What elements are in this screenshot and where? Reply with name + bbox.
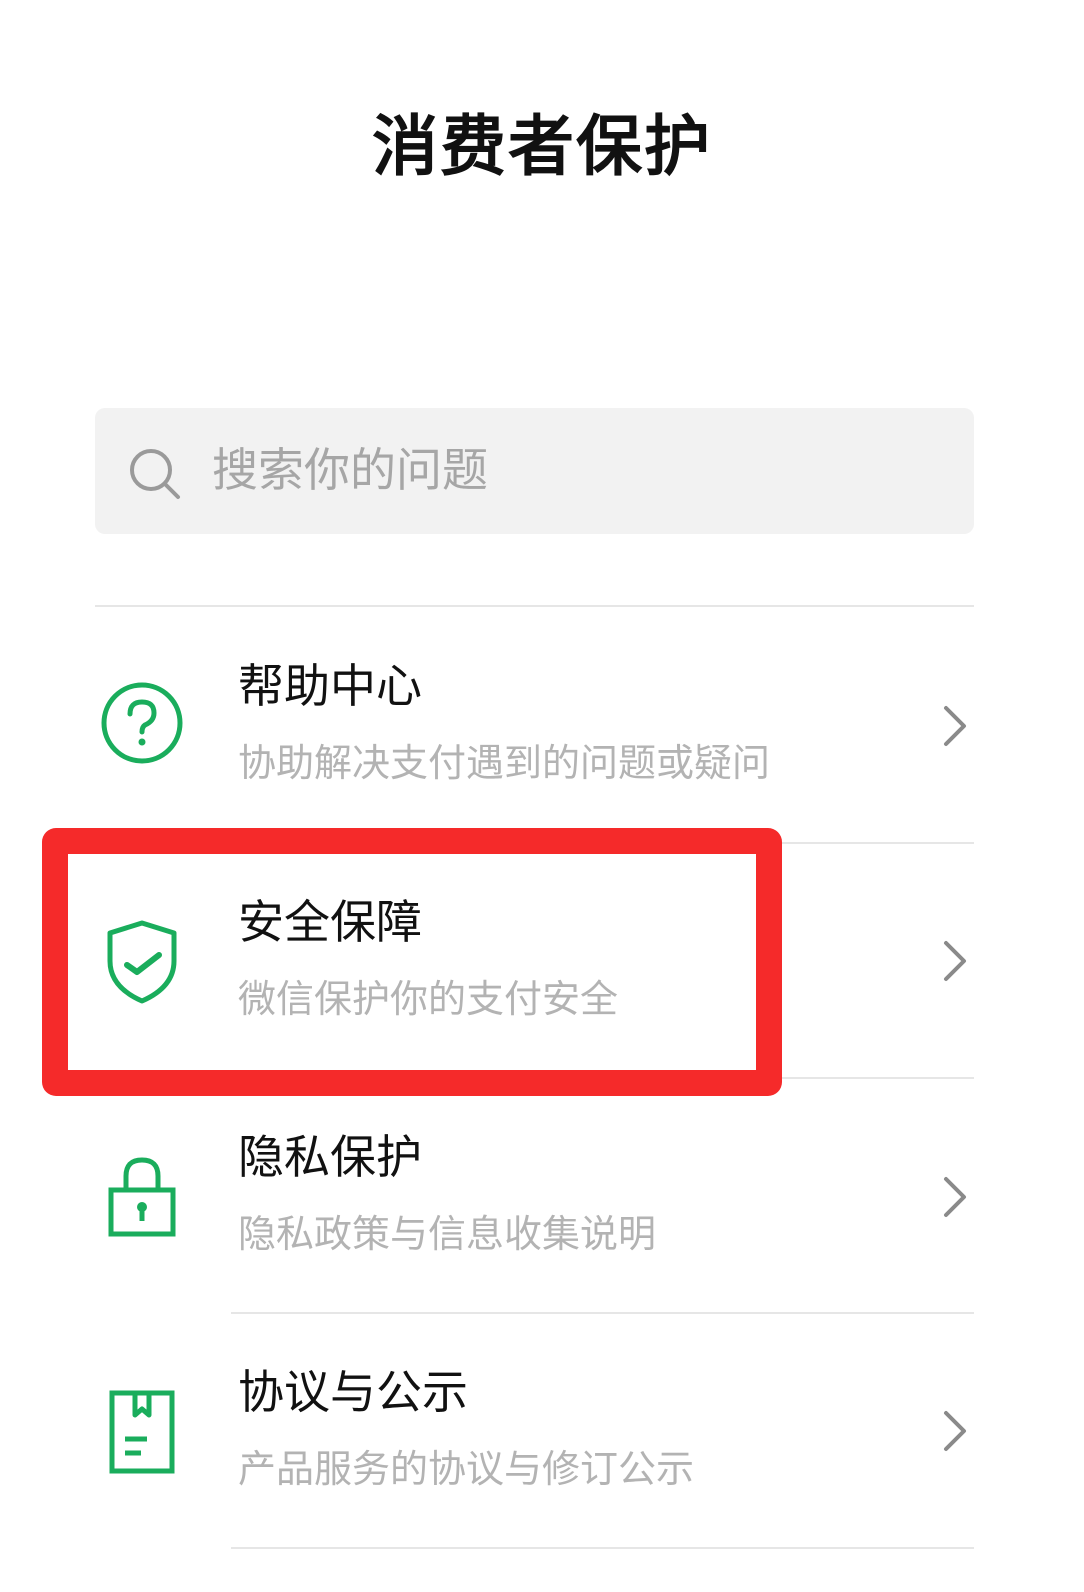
search-icon	[130, 449, 180, 499]
divider	[231, 1312, 974, 1314]
item-subtitle: 产品服务的协议与修订公示	[238, 1447, 695, 1491]
divider	[231, 1547, 974, 1549]
search-input[interactable]	[212, 430, 912, 510]
help-circle-icon	[101, 682, 183, 764]
list-item-help-center[interactable]: 帮助中心 协助解决支付遇到的问题或疑问	[95, 608, 974, 838]
list-item-privacy[interactable]: 隐私保护 隐私政策与信息收集说明	[95, 1080, 974, 1310]
chevron-right-icon	[944, 706, 966, 746]
item-title: 隐私保护	[238, 1130, 422, 1184]
chevron-right-icon	[944, 1177, 966, 1217]
lock-icon	[108, 1157, 176, 1237]
divider	[95, 605, 974, 607]
shield-check-icon	[107, 920, 177, 1004]
document-icon	[109, 1390, 175, 1474]
list-item-security[interactable]: 安全保障 微信保护你的支付安全	[95, 845, 974, 1075]
item-subtitle: 协助解决支付遇到的问题或疑问	[238, 741, 771, 785]
item-title: 安全保障	[238, 895, 422, 949]
item-subtitle: 隐私政策与信息收集说明	[238, 1212, 657, 1256]
divider	[231, 842, 974, 844]
page-title: 消费者保护	[372, 108, 712, 185]
item-title: 帮助中心	[238, 659, 422, 713]
chevron-right-icon	[944, 941, 966, 981]
divider	[231, 1077, 974, 1079]
list-item-agreements[interactable]: 协议与公示 产品服务的协议与修订公示	[95, 1315, 974, 1545]
chevron-right-icon	[944, 1411, 966, 1451]
item-subtitle: 微信保护你的支付安全	[238, 977, 619, 1021]
item-title: 协议与公示	[238, 1365, 468, 1419]
